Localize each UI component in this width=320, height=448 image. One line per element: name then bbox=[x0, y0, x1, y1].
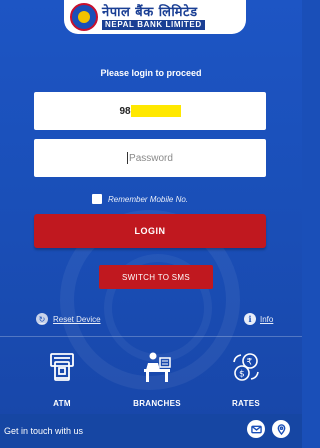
switch-to-sms-button[interactable]: SWITCH TO SMS bbox=[99, 265, 213, 289]
mail-icon bbox=[250, 425, 262, 433]
atm-button[interactable]: ATM bbox=[22, 350, 102, 408]
info-label: Info bbox=[260, 314, 274, 324]
remember-label: Remember Mobile No. bbox=[108, 194, 189, 204]
info-link[interactable]: i Info bbox=[244, 313, 273, 325]
bank-logo: नेपाल बैंक लिमिटेड NEPAL BANK LIMITED bbox=[64, 0, 246, 34]
rates-label: RATES bbox=[231, 399, 261, 408]
remember-checkbox[interactable] bbox=[92, 194, 102, 204]
mail-button[interactable] bbox=[247, 420, 265, 438]
logo-english-text: NEPAL BANK LIMITED bbox=[102, 19, 205, 30]
reset-icon: ↻ bbox=[36, 313, 48, 325]
redaction-highlight bbox=[130, 105, 181, 117]
remember-mobile-option[interactable]: Remember Mobile No. bbox=[92, 194, 188, 204]
divider bbox=[0, 336, 302, 337]
mobile-number-value: 98 bbox=[119, 105, 131, 117]
login-prompt: Please login to proceed bbox=[100, 68, 202, 78]
branches-icon bbox=[144, 352, 171, 382]
footer-bar: Get in touch with us bbox=[0, 414, 302, 448]
rates-icon: ₹ $ bbox=[233, 353, 259, 381]
bank-emblem-icon bbox=[70, 3, 98, 31]
text-cursor bbox=[127, 152, 129, 164]
atm-label: ATM bbox=[53, 399, 71, 408]
location-icon bbox=[277, 423, 285, 435]
mobile-number-field[interactable]: 98 bbox=[34, 92, 266, 130]
reset-label: Reset Device bbox=[53, 314, 101, 324]
password-field[interactable]: Password bbox=[34, 139, 266, 177]
login-screen: नेपाल बैंक लिमिटेड NEPAL BANK LIMITED Pl… bbox=[0, 0, 302, 448]
svg-text:₹: ₹ bbox=[247, 358, 253, 368]
footer-text: Get in touch with us bbox=[4, 426, 84, 436]
svg-text:$: $ bbox=[239, 370, 245, 380]
logo-nepali-text: नेपाल बैंक लिमिटेड bbox=[102, 4, 198, 20]
location-button[interactable] bbox=[272, 420, 290, 438]
rates-button[interactable]: ₹ $ RATES bbox=[206, 350, 286, 408]
branches-label: BRANCHES bbox=[133, 399, 181, 408]
info-icon: i bbox=[244, 313, 256, 325]
login-button[interactable]: LOGIN bbox=[34, 214, 266, 248]
reset-device-link[interactable]: ↻ Reset Device bbox=[36, 313, 101, 325]
atm-icon bbox=[50, 353, 74, 381]
branches-button[interactable]: BRANCHES bbox=[117, 350, 197, 408]
password-placeholder: Password bbox=[129, 152, 173, 164]
